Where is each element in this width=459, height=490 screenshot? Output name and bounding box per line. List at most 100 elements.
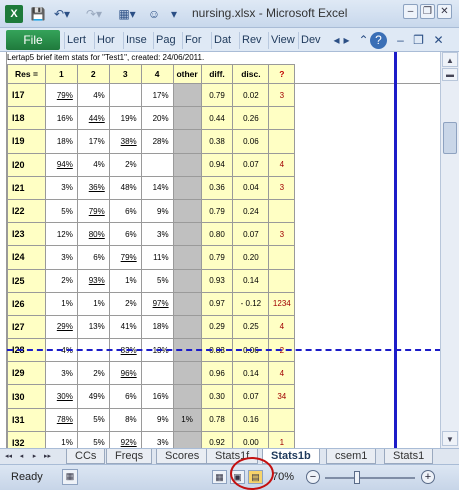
- empty-cell[interactable]: [295, 431, 440, 448]
- empty-cell[interactable]: [295, 315, 440, 338]
- option-3-cell[interactable]: 41%: [108, 314, 142, 340]
- prev-sheet-icon[interactable]: ◂: [16, 451, 27, 463]
- workbook-restore-icon[interactable]: ❐: [410, 32, 427, 49]
- header-option-1[interactable]: 1: [44, 64, 78, 84]
- option-2-cell[interactable]: 80%: [76, 222, 110, 247]
- option-4-cell[interactable]: 14%: [140, 175, 174, 200]
- undo-icon[interactable]: ↶▾: [52, 5, 72, 23]
- file-tab[interactable]: File: [6, 30, 60, 50]
- option-4-cell[interactable]: 97%: [140, 291, 174, 316]
- other-cell[interactable]: [172, 314, 202, 340]
- empty-cell[interactable]: [295, 269, 440, 292]
- empty-cell[interactable]: [295, 223, 440, 246]
- excel-app-icon[interactable]: X: [5, 5, 23, 23]
- option-2-cell[interactable]: 79%: [76, 198, 110, 224]
- empty-cell[interactable]: [295, 107, 440, 130]
- tab-scroll-right-icon[interactable]: ▸: [338, 32, 355, 49]
- vertical-scrollbar[interactable]: ▲ ▬ ▼: [440, 52, 459, 448]
- option-1-cell[interactable]: 1%: [44, 291, 78, 316]
- empty-cell[interactable]: [295, 84, 440, 107]
- item-id-cell[interactable]: I23: [7, 222, 46, 247]
- option-3-cell[interactable]: 38%: [108, 129, 142, 154]
- option-4-cell[interactable]: 5%: [140, 268, 174, 293]
- other-cell[interactable]: [172, 152, 202, 177]
- option-2-cell[interactable]: 5%: [76, 430, 110, 448]
- customize-toolbar-icon[interactable]: ▾: [168, 5, 180, 23]
- empty-cell[interactable]: [295, 130, 440, 153]
- option-3-cell[interactable]: 48%: [108, 175, 142, 200]
- save-icon[interactable]: 💾: [30, 5, 46, 23]
- item-id-cell[interactable]: I17: [7, 82, 46, 108]
- option-2-cell[interactable]: 17%: [76, 129, 110, 154]
- option-1-cell[interactable]: 5%: [44, 198, 78, 224]
- diff-cell[interactable]: 0.96: [200, 361, 234, 386]
- diff-cell[interactable]: 0.94: [200, 152, 234, 177]
- flag-cell[interactable]: [268, 198, 296, 224]
- empty-cell[interactable]: [295, 408, 440, 431]
- flag-cell[interactable]: [268, 407, 296, 432]
- empty-cell[interactable]: [295, 246, 440, 269]
- other-cell[interactable]: [172, 129, 202, 154]
- flag-cell[interactable]: 4: [268, 314, 296, 340]
- item-id-cell[interactable]: I27: [7, 314, 46, 340]
- first-sheet-icon[interactable]: ◂◂: [3, 451, 14, 463]
- item-id-cell[interactable]: I18: [7, 106, 46, 131]
- option-4-cell[interactable]: 11%: [140, 245, 174, 270]
- sheet-tab-stats1[interactable]: Stats1: [384, 449, 434, 464]
- item-id-cell[interactable]: I26: [7, 291, 46, 316]
- header-diff[interactable]: diff.: [200, 64, 234, 84]
- scroll-thumb[interactable]: [443, 122, 457, 154]
- option-3-cell[interactable]: 6%: [108, 222, 142, 247]
- option-2-cell[interactable]: 36%: [76, 175, 110, 200]
- option-3-cell[interactable]: 2%: [108, 152, 142, 177]
- disc-cell[interactable]: 0.14: [232, 268, 270, 293]
- diff-cell[interactable]: 0.79: [200, 82, 234, 108]
- scroll-up-icon[interactable]: ▲: [442, 52, 458, 67]
- other-cell[interactable]: [172, 430, 202, 448]
- item-id-cell[interactable]: I21: [7, 175, 46, 200]
- diff-cell[interactable]: 0.38: [200, 129, 234, 154]
- option-1-cell[interactable]: 30%: [44, 384, 78, 409]
- option-4-cell[interactable]: 3%: [140, 222, 174, 247]
- option-1-cell[interactable]: 29%: [44, 314, 78, 340]
- option-2-cell[interactable]: 4%: [76, 152, 110, 177]
- flag-cell[interactable]: 3: [268, 175, 296, 200]
- flag-cell[interactable]: 3: [268, 82, 296, 108]
- other-cell[interactable]: [172, 198, 202, 224]
- disc-cell[interactable]: 0.07: [232, 384, 270, 409]
- option-2-cell[interactable]: 6%: [76, 245, 110, 270]
- tab-developer[interactable]: Dev: [298, 32, 323, 49]
- option-1-cell[interactable]: 12%: [44, 222, 78, 247]
- other-cell[interactable]: [172, 245, 202, 270]
- item-id-cell[interactable]: I31: [7, 407, 46, 432]
- tab-data[interactable]: Dat: [211, 32, 233, 49]
- tab-insert[interactable]: Inse: [123, 32, 149, 49]
- zoom-in-button[interactable]: +: [421, 470, 435, 484]
- item-id-cell[interactable]: I25: [7, 268, 46, 293]
- zoom-slider[interactable]: [325, 477, 415, 479]
- option-3-cell[interactable]: 1%: [108, 268, 142, 293]
- disc-cell[interactable]: 0.25: [232, 314, 270, 340]
- workbook-close-icon[interactable]: ✕: [430, 32, 447, 49]
- option-3-cell[interactable]: 6%: [108, 384, 142, 409]
- flag-cell[interactable]: 34: [268, 384, 296, 409]
- option-1-cell[interactable]: 3%: [44, 245, 78, 270]
- option-4-cell[interactable]: 17%: [140, 82, 174, 108]
- redo-icon[interactable]: ↷▾: [84, 5, 104, 23]
- diff-cell[interactable]: 0.36: [200, 175, 234, 200]
- disc-cell[interactable]: 0.07: [232, 152, 270, 177]
- help-icon[interactable]: ?: [370, 32, 387, 49]
- disc-cell[interactable]: 0.26: [232, 106, 270, 131]
- empty-cell[interactable]: [295, 153, 440, 176]
- empty-cell[interactable]: [295, 385, 440, 408]
- flag-cell[interactable]: [268, 245, 296, 270]
- empty-cell[interactable]: [295, 292, 440, 315]
- diff-cell[interactable]: 0.80: [200, 222, 234, 247]
- item-id-cell[interactable]: I30: [7, 384, 46, 409]
- sheet-tab-ccs[interactable]: CCs: [66, 449, 106, 464]
- other-cell[interactable]: [172, 106, 202, 131]
- tab-formulas[interactable]: For: [182, 32, 204, 49]
- diff-cell[interactable]: 0.79: [200, 198, 234, 224]
- option-4-cell[interactable]: [140, 361, 174, 386]
- option-4-cell[interactable]: 18%: [140, 314, 174, 340]
